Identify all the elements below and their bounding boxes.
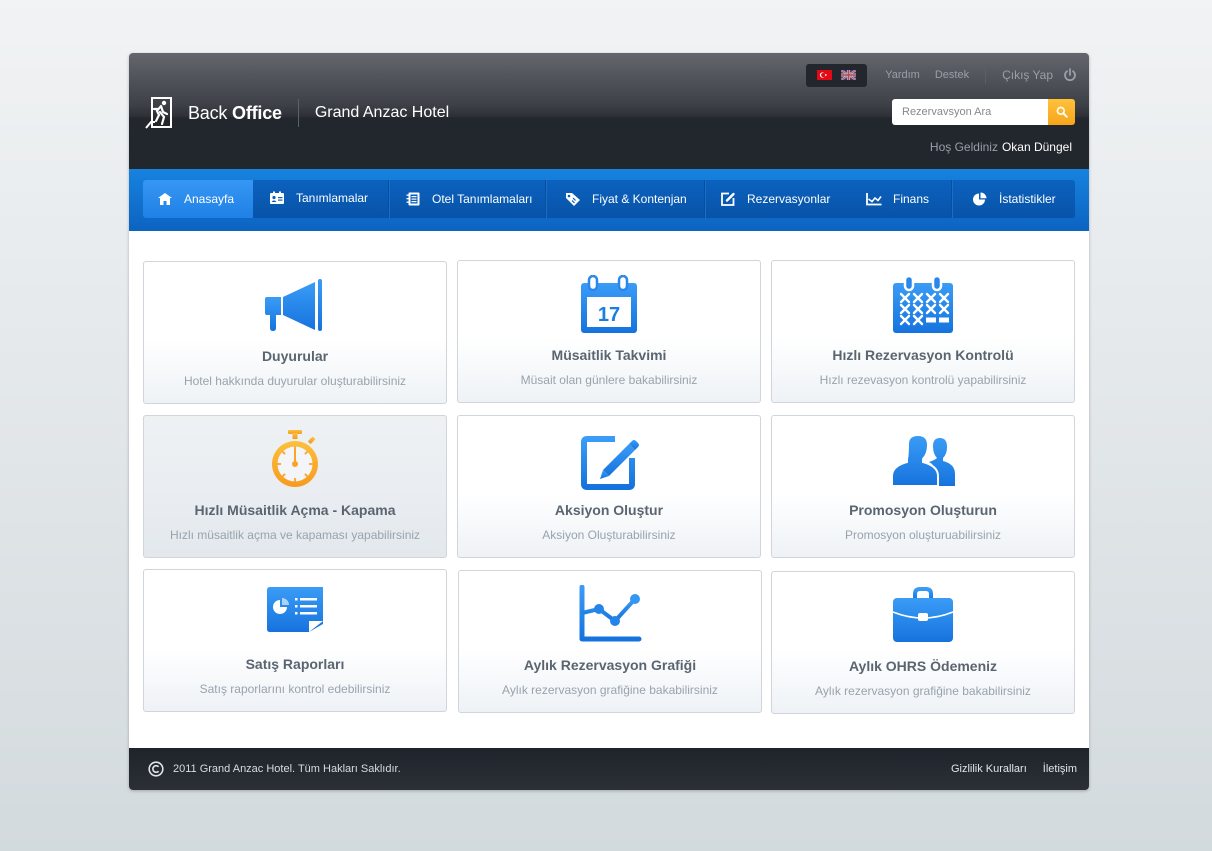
- reservation-search-input[interactable]: [892, 99, 1048, 125]
- search-icon: [1056, 106, 1068, 118]
- calendar-check-icon: [893, 275, 953, 333]
- top-links: Yardım Destek Çıkış Yap: [806, 63, 1077, 87]
- notebook-icon: [406, 192, 420, 206]
- welcome-message: Hoş Geldiniz Okan Düngel: [930, 140, 1072, 154]
- turkish-flag-icon[interactable]: [816, 70, 832, 80]
- hotel-name: Grand Anzac Hotel: [314, 104, 450, 121]
- nav-label: Finans: [893, 192, 930, 206]
- copyright-text: 2011 Grand Anzac Hotel. Tüm Hakları Sakl…: [173, 763, 401, 775]
- card-sales-reports[interactable]: Satış Raporları Satış raporlarını kontro…: [143, 569, 447, 712]
- help-link[interactable]: Yardım: [885, 69, 920, 81]
- support-link[interactable]: Destek: [935, 69, 969, 81]
- id-card-icon: [270, 191, 284, 204]
- card-description: Satış raporlarını kontrol edebilirsiniz: [199, 682, 391, 696]
- card-description: Aksiyon Oluşturabilirsiniz: [542, 528, 676, 542]
- language-switcher: [806, 63, 868, 87]
- report-icon: [267, 587, 323, 632]
- briefcase-icon: [892, 587, 954, 642]
- card-announcements[interactable]: Duyurular Hotel hakkında duyurular oluşt…: [143, 261, 447, 404]
- welcome-label: Hoş Geldiniz: [929, 140, 998, 154]
- user-name[interactable]: Okan Düngel: [1002, 140, 1072, 154]
- card-title: Hızlı Rezervasyon Kontrolü: [832, 347, 1014, 363]
- card-create-promotion[interactable]: Promosyon Oluşturun Promosyon oluşturuab…: [771, 415, 1075, 558]
- card-title: Satış Raporları: [245, 656, 345, 672]
- card-title: Aylık Rezervasyon Grafiği: [523, 657, 697, 673]
- card-quick-reservation-control[interactable]: Hızlı Rezervasyon Kontrolü Hızlı rezevas…: [771, 260, 1075, 403]
- card-title: Hızlı Müsaitlik Açma - Kapama: [194, 502, 396, 518]
- card-title: Aylık OHRS Ödemeniz: [848, 658, 998, 674]
- card-description: Hızlı rezevasyon kontrolü yapabilirsiniz: [819, 373, 1027, 387]
- calendar-dash-mark: [926, 317, 936, 323]
- app-window: Back Office Grand Anzac Hotel Yardım Des…: [129, 53, 1089, 790]
- pie-chart-icon: [973, 192, 987, 206]
- reservation-search: [892, 99, 1075, 125]
- nav-item-finance[interactable]: Finans: [849, 180, 952, 218]
- copyright-icon: [148, 761, 164, 777]
- calendar-dash-mark: [939, 317, 949, 323]
- nav-label: İstatistikler: [999, 192, 1056, 206]
- card-description: Promosyon oluşturuabilirsiniz: [844, 528, 1002, 542]
- price-tag-icon: [566, 193, 580, 206]
- card-title: Duyurular: [261, 348, 329, 364]
- line-chart-icon: [579, 585, 642, 642]
- card-quick-availability-toggle[interactable]: Hızlı Müsaitlik Açma - Kapama Hızlı müsa…: [143, 415, 447, 558]
- nav-label: Rezervasyonlar: [747, 192, 831, 206]
- power-icon[interactable]: [1063, 68, 1077, 82]
- nav-label: Anasayfa: [184, 192, 235, 206]
- card-monthly-reservation-chart[interactable]: Aylık Rezervasyon Grafiği Aylık rezervas…: [458, 570, 762, 713]
- nav-item-reservations[interactable]: Rezervasyonlar: [705, 180, 849, 218]
- card-availability-calendar[interactable]: 17 Müsaitlik Takvimi Müsait olan günlere…: [457, 260, 761, 403]
- line-chart-icon: [866, 193, 882, 206]
- nav-item-home[interactable]: Anasayfa: [143, 180, 253, 218]
- card-description: Müsait olan günlere bakabilirsiniz: [520, 373, 698, 387]
- nav-label: Tanımlamalar: [296, 191, 369, 205]
- nav-item-hotel-definitions[interactable]: Otel Tanımlamaları: [389, 180, 546, 218]
- contact-link[interactable]: İletişim: [1043, 763, 1077, 775]
- card-description: Hızlı müsaitlik açma ve kapaması yapabil…: [169, 528, 421, 542]
- brand-title: Back Office: [188, 102, 282, 123]
- main-nav: Anasayfa Tanımlamalar Otel Tanımlamaları…: [143, 180, 1075, 218]
- footer: 2011 Grand Anzac Hotel. Tüm Hakları Sakl…: [129, 748, 1089, 790]
- header: Back Office Grand Anzac Hotel Yardım Des…: [129, 53, 1089, 169]
- nav-item-price-quota[interactable]: Fiyat & Kontenjan: [546, 180, 705, 218]
- card-description: Aylık rezervasyon grafiğine bakabilirsin…: [502, 683, 718, 697]
- card-description: Hotel hakkında duyurular oluşturabilirsi…: [183, 374, 407, 388]
- exit-door-icon: [145, 97, 172, 129]
- nav-item-definitions[interactable]: Tanımlamalar: [253, 180, 389, 218]
- edit-icon: [581, 436, 639, 490]
- dashboard-grid: Duyurular Hotel hakkında duyurular oluşt…: [129, 231, 1089, 749]
- divider: [985, 66, 987, 84]
- nav-label: Otel Tanımlamaları: [432, 192, 533, 206]
- card-create-action[interactable]: Aksiyon Oluştur Aksiyon Oluşturabilirsin…: [457, 415, 761, 558]
- nav-label: Fiyat & Kontenjan: [592, 192, 687, 206]
- megaphone-icon: [265, 279, 322, 331]
- nav-item-statistics[interactable]: İstatistikler: [952, 180, 1075, 218]
- main-navbar: Anasayfa Tanımlamalar Otel Tanımlamaları…: [129, 169, 1089, 231]
- brand-divider: [297, 99, 299, 127]
- edit-icon: [721, 192, 735, 206]
- logout-link[interactable]: Çıkış Yap: [1002, 68, 1053, 82]
- calendar-day: 17: [598, 304, 620, 326]
- home-icon: [158, 193, 172, 205]
- card-monthly-ohrs-payment[interactable]: Aylık OHRS Ödemeniz Aylık rezervasyon gr…: [771, 571, 1075, 714]
- card-title: Aksiyon Oluştur: [554, 502, 664, 518]
- card-title: Müsaitlik Takvimi: [551, 347, 667, 363]
- logo[interactable]: Back Office Grand Anzac Hotel: [145, 97, 449, 129]
- calendar-icon: 17: [581, 275, 637, 333]
- search-button[interactable]: [1048, 99, 1075, 125]
- card-title: Promosyon Oluşturun: [849, 502, 997, 518]
- uk-flag-icon[interactable]: [841, 70, 857, 80]
- footer-links: Gizlilik Kuralları İletişim: [935, 763, 1077, 775]
- stopwatch-icon: [272, 430, 318, 487]
- users-icon: [891, 433, 955, 487]
- card-description: Aylık rezervasyon grafiğine bakabilirsin…: [815, 684, 1031, 698]
- privacy-link[interactable]: Gizlilik Kuralları: [951, 763, 1027, 775]
